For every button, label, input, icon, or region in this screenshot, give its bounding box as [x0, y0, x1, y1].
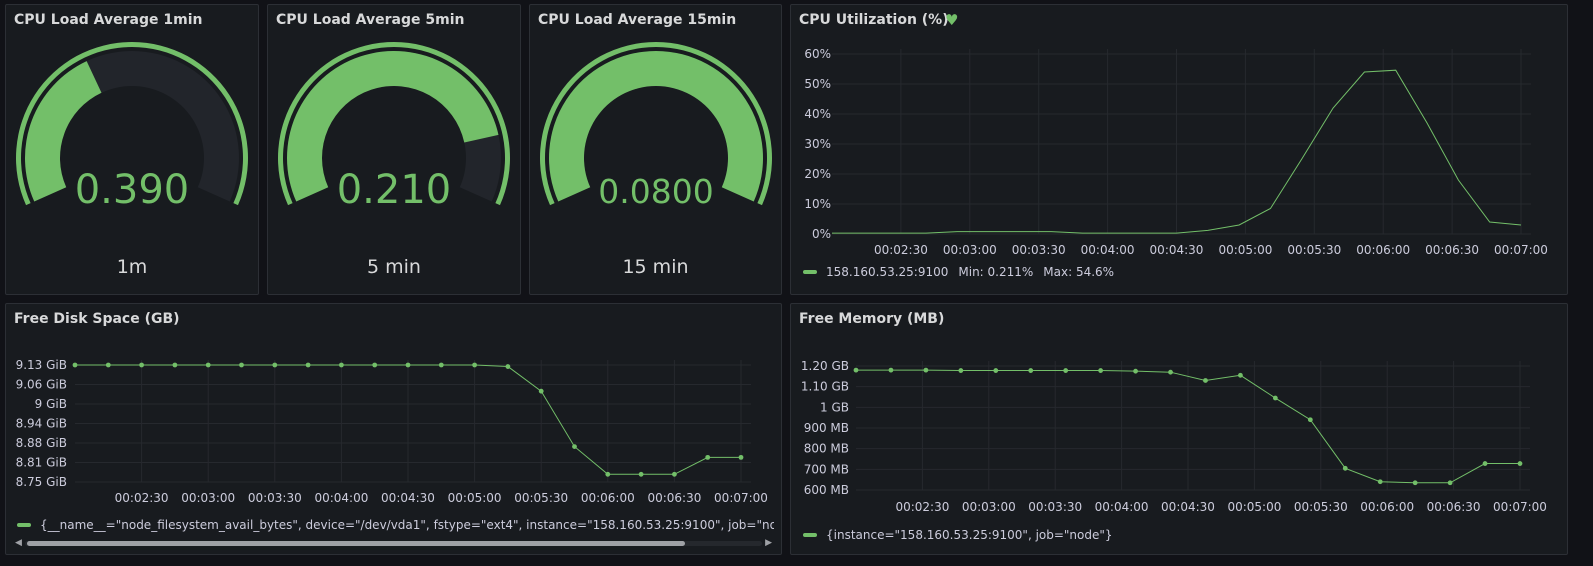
y-tick-label: 9.13 GiB [16, 358, 67, 372]
data-point[interactable] [1412, 480, 1418, 486]
data-point[interactable] [923, 367, 929, 373]
data-point[interactable] [405, 362, 411, 368]
data-point[interactable] [1098, 368, 1104, 373]
x-tick-label: 00:05:30 [1294, 500, 1348, 514]
panel-title[interactable]: Free Disk Space (GB) [14, 311, 180, 327]
free-memory-chart[interactable]: 600 MB 700 MB 800 MB 900 MB 1 GB 1.10 GB 1.20 … [791, 1, 1569, 514]
free-memory-panel[interactable]: Free Memory (MB) 600 MB 700 MB 800 MB 900 M… [790, 303, 1568, 555]
data-point[interactable] [853, 367, 859, 373]
data-point[interactable] [738, 454, 744, 460]
legend-max: Max: 54.6% [1043, 265, 1115, 279]
data-point[interactable] [1028, 368, 1034, 373]
x-tick-label: 00:06:30 [647, 491, 701, 505]
x-tick-label: 00:06:30 [1427, 500, 1481, 514]
y-tick-label: 800 MB [804, 442, 849, 456]
x-tick-label: 00:04:00 [1095, 500, 1149, 514]
x-tick-label: 00:05:00 [1227, 500, 1281, 514]
gauge-unit: 5 min [367, 256, 421, 278]
gauge-unit: 15 min [622, 256, 689, 278]
data-point[interactable] [993, 368, 999, 373]
x-tick-label: 00:04:30 [1161, 500, 1215, 514]
legend-series-name: 158.160.53.25:9100 [826, 265, 949, 279]
legend-series-name: {instance="158.160.53.25:9100", job="nod… [826, 528, 1113, 542]
y-tick-label: 8.88 GiB [16, 436, 67, 450]
x-tick-label: 00:07:00 [1493, 500, 1547, 514]
data-point[interactable] [958, 368, 964, 373]
data-point[interactable] [1342, 465, 1348, 471]
data-point[interactable] [605, 471, 611, 477]
x-tick-label: 00:03:30 [248, 491, 302, 505]
y-tick-label: 8.94 GiB [16, 417, 67, 431]
data-point[interactable] [1238, 372, 1243, 378]
y-tick-label: 9.06 GiB [16, 378, 67, 392]
x-tick-label: 00:04:00 [314, 491, 368, 505]
data-point[interactable] [372, 362, 378, 368]
legend-swatch [803, 270, 817, 274]
x-tick-label: 00:03:30 [1028, 500, 1082, 514]
data-point[interactable] [105, 362, 111, 368]
y-tick-label: 1.10 GB [801, 380, 849, 394]
data-point[interactable] [272, 362, 278, 368]
y-tick-label: 700 MB [804, 462, 849, 476]
x-tick-label: 00:07:00 [714, 491, 768, 505]
gauge-unit: 1m [116, 256, 148, 278]
free-disk-panel[interactable]: Free Disk Space (GB) 8.75 GiB 8.81 GiB 8.8… [5, 303, 782, 555]
data-point[interactable] [438, 362, 444, 368]
y-tick-label: 900 MB [804, 421, 849, 435]
data-point[interactable] [1203, 378, 1208, 383]
data-point[interactable] [1133, 368, 1138, 374]
x-tick-label: 00:03:00 [962, 500, 1016, 514]
data-point[interactable] [1482, 461, 1488, 466]
data-point[interactable] [139, 362, 145, 368]
data-point[interactable] [505, 364, 511, 369]
data-point[interactable] [72, 362, 78, 368]
data-point[interactable] [572, 444, 577, 449]
x-tick-label: 00:02:30 [115, 491, 169, 505]
data-point[interactable] [1063, 368, 1069, 373]
legend-swatch [803, 533, 817, 537]
data-point[interactable] [672, 471, 677, 477]
x-tick-label: 00:03:00 [181, 491, 235, 505]
y-tick-label: 8.75 GiB [16, 475, 67, 489]
data-point[interactable] [888, 367, 894, 373]
panel-title[interactable]: Free Memory (MB) [799, 311, 944, 327]
y-tick-label: 8.81 GiB [16, 456, 67, 470]
data-point[interactable] [538, 388, 544, 394]
data-point[interactable] [1377, 479, 1383, 485]
y-tick-label: 1 GB [820, 400, 849, 414]
data-point[interactable] [705, 454, 711, 460]
data-point[interactable] [1517, 461, 1523, 466]
data-point[interactable] [305, 362, 311, 368]
data-point[interactable] [1307, 417, 1313, 423]
x-tick-label: 00:05:00 [448, 491, 502, 505]
data-point[interactable] [1168, 369, 1173, 375]
x-tick-label: 00:06:00 [581, 491, 635, 505]
data-point[interactable] [472, 362, 477, 368]
x-tick-label: 00:02:30 [895, 500, 949, 514]
data-point[interactable] [205, 362, 211, 368]
y-tick-label: 1.20 GB [801, 359, 849, 373]
data-point[interactable] [172, 362, 178, 368]
x-tick-label: 00:04:30 [381, 491, 435, 505]
x-tick-label: 00:05:30 [514, 491, 568, 505]
y-tick-label: 600 MB [804, 483, 849, 497]
data-point[interactable] [1272, 395, 1278, 401]
chart-legend[interactable]: {instance="158.160.53.25:9100", job="nod… [803, 528, 1113, 542]
legend-min: Min: 0.211% [958, 265, 1034, 279]
x-tick-label: 00:06:00 [1360, 500, 1414, 514]
data-point[interactable] [339, 362, 344, 368]
free-disk-chart[interactable]: 8.75 GiB 8.81 GiB 8.88 GiB 8.94 GiB 9 GiB 9.0… [6, 1, 783, 505]
chart-legend[interactable]: 158.160.53.25:9100 Min: 0.211% Max: 54.6… [803, 265, 1114, 279]
data-point[interactable] [1447, 480, 1453, 486]
data-point[interactable] [638, 471, 644, 477]
y-tick-label: 9 GiB [35, 397, 67, 411]
data-point[interactable] [239, 362, 244, 368]
